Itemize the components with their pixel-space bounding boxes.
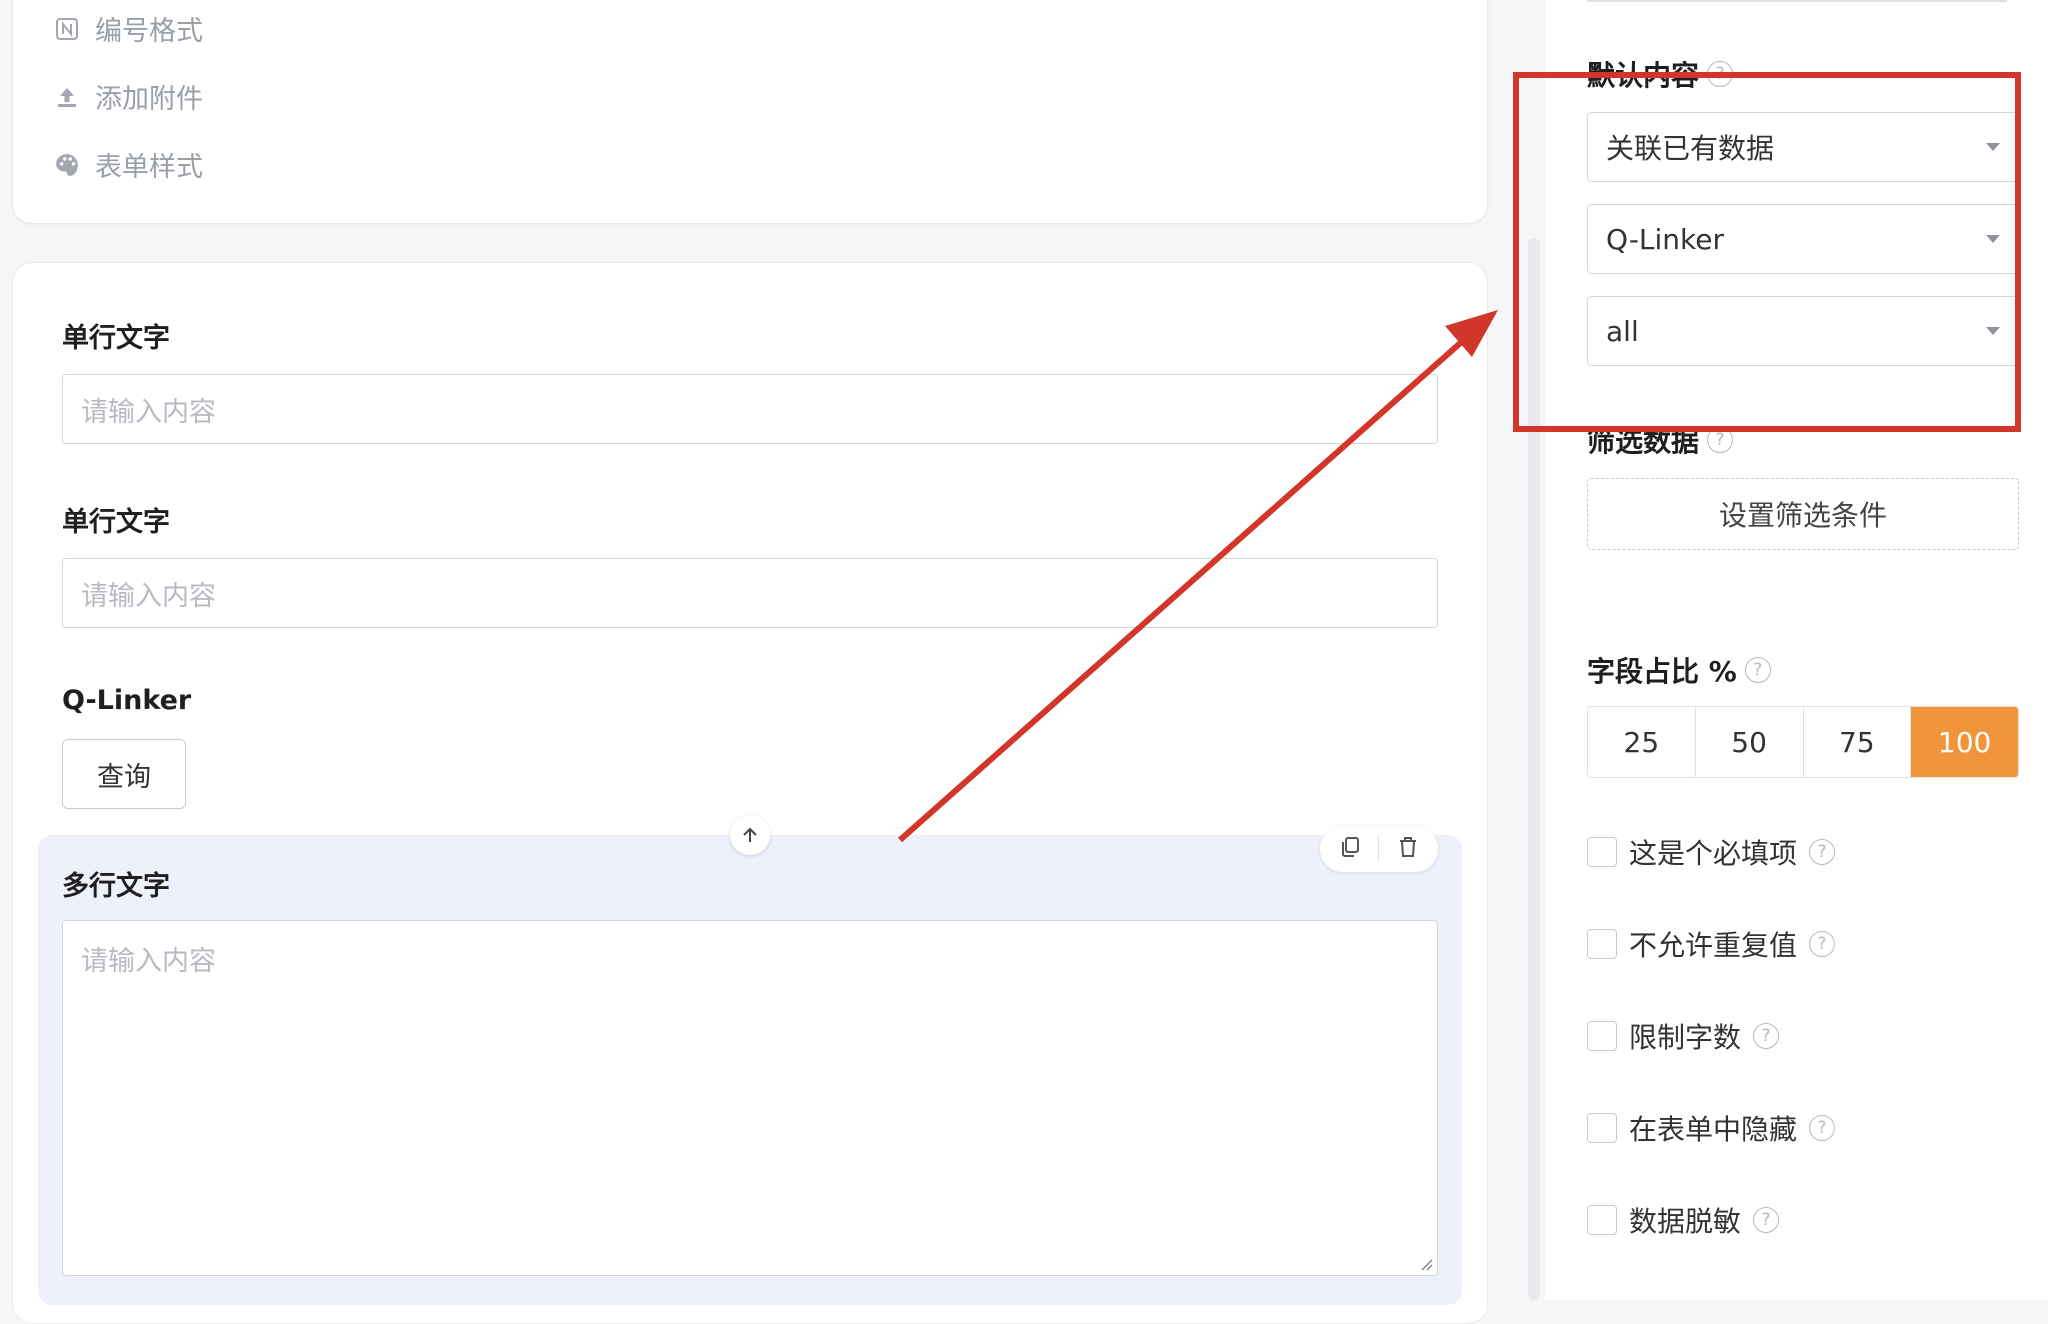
- annotation-arrow: [898, 310, 1498, 843]
